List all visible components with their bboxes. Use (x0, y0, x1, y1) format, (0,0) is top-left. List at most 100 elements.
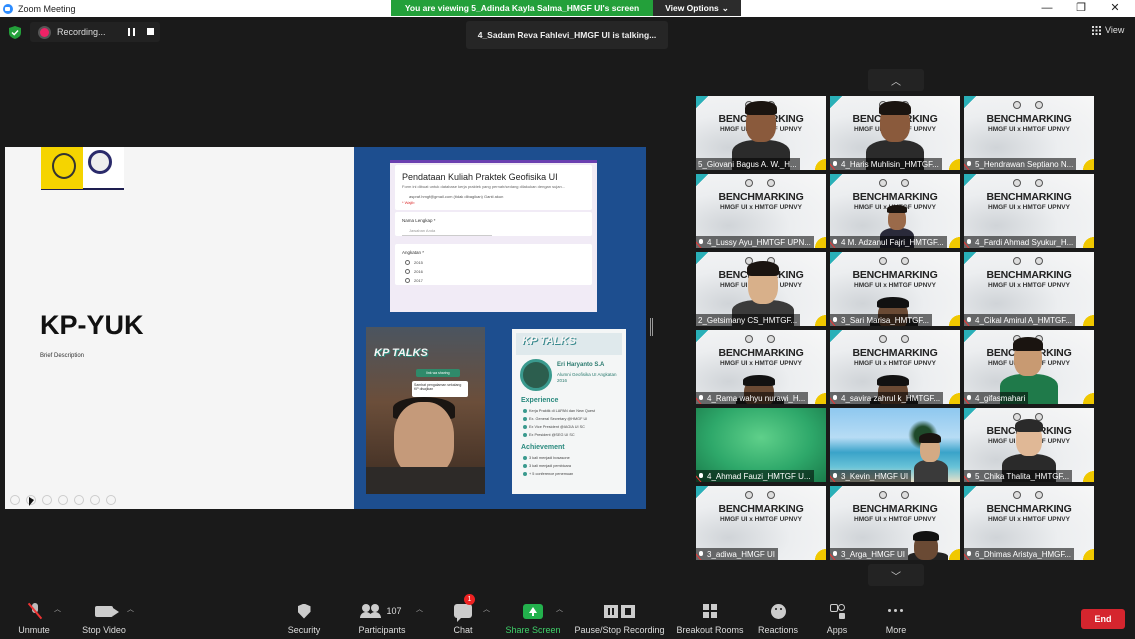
end-meeting-button[interactable]: End (1081, 609, 1125, 629)
slides-icon[interactable] (58, 495, 68, 505)
participant-tile[interactable]: BENCHMARKING HMGF UI x HMTGF UPNVY 3_Arga_… (830, 486, 960, 560)
window-title: Zoom Meeting (18, 3, 76, 14)
poster-experience-item: Ex President @SEG UI SC (523, 433, 619, 437)
chevron-down-icon: ⌄ (721, 2, 729, 13)
poster-achievement-item: 3 kali menjadi bosasone (523, 456, 619, 460)
gallery-scroll-up-button[interactable]: ︿ (868, 69, 924, 91)
poster-achievement-title: Achievement (521, 444, 565, 451)
participants-button[interactable]: 107 Participants (356, 596, 408, 639)
participant-tile[interactable]: BENCHMARKINGHMGF UI x HMTGF UPNVY4 M. Ad… (830, 174, 960, 248)
participant-tile[interactable]: BENCHMARKING HMGF UI x HMTGF UPNVY 4_savir… (830, 330, 960, 404)
mouse-cursor-icon (29, 497, 34, 506)
zoom-meeting-window: Zoom Meeting — ❐ ✕ You are viewing 5_Adi… (0, 0, 1135, 639)
background-subtitle: HMGF UI x HMTGF UPNVY (854, 282, 936, 289)
pen-icon[interactable] (42, 495, 52, 505)
video-options-chevron-icon[interactable]: ︿ (127, 604, 134, 614)
radio-icon (405, 278, 410, 283)
shared-screen[interactable]: KP-YUK Brief Description Pendataan Kulia… (5, 147, 646, 509)
background-title: BENCHMARKING (852, 191, 938, 203)
more-button[interactable]: More (882, 596, 910, 639)
participant-tile[interactable]: BENCHMARKING HMGF UI x HMTGF UPNVY 5_Hendr… (964, 96, 1094, 170)
background-subtitle: HMGF UI x HMTGF UPNVY (720, 204, 802, 211)
background-title: BENCHMARKING (852, 503, 938, 515)
participant-tile[interactable]: BENCHMARKING HMGF UI x HMTGF UPNVY 4_Fardi… (964, 174, 1094, 248)
breakout-rooms-button[interactable]: Breakout Rooms (676, 596, 744, 639)
muted-microphone-icon (698, 550, 704, 558)
participant-tile[interactable]: BENCHMARKING HMGF UI x HMTGF UPNVY 3_adiwa… (696, 486, 826, 560)
participant-name-label: 3_adiwa_HMGF UI (696, 548, 779, 560)
participant-tile[interactable]: BENCHMARKINGHMGF UI x HMTGF UPNVY4_gifas… (964, 330, 1094, 404)
stop-recording-icon[interactable] (147, 28, 154, 35)
split-resize-handle[interactable] (650, 318, 653, 336)
poster-header: KP TALKS (516, 333, 622, 355)
encryption-shield-icon[interactable] (9, 26, 21, 39)
form-question-label: Angkatan * (402, 250, 425, 255)
logo-strip (41, 147, 124, 190)
participant-tile[interactable]: 4_Ahmad Fauzi_HMTGF U... (696, 408, 826, 482)
participants-options-chevron-icon[interactable]: ︿ (416, 604, 423, 614)
participant-tile[interactable]: BENCHMARKING HMGF UI x HMTGF UPNVY 4_Rama … (696, 330, 826, 404)
view-button-label: View (1105, 25, 1125, 35)
chat-button[interactable]: 1 Chat (450, 594, 476, 639)
background-title: BENCHMARKING (718, 503, 804, 515)
zoom-icon[interactable] (74, 495, 84, 505)
background-title: BENCHMARKING (718, 347, 804, 359)
close-window-button[interactable]: ✕ (1100, 0, 1130, 17)
gallery-scroll-down-button[interactable]: ﹀ (868, 564, 924, 586)
pause-stop-recording-button[interactable]: Pause/Stop Recording (573, 596, 666, 639)
participant-tile[interactable]: BENCHMARKINGHMGF UI x HMTGF UPNVY5_Giova… (696, 96, 826, 170)
participant-tile[interactable]: BENCHMARKINGHMGF UI x HMTGF UPNVY2_Getsi… (696, 252, 826, 326)
form-header-card: Pendataan Kuliah Praktek Geofisika UI Fo… (395, 165, 592, 210)
participants-icon (360, 604, 382, 618)
participant-tile[interactable]: BENCHMARKINGHMGF UI x HMTGF UPNVY4_Haris… (830, 96, 960, 170)
shield-icon (297, 603, 311, 619)
participant-tile[interactable]: BENCHMARKING HMGF UI x HMTGF UPNVY 4_Cikal… (964, 252, 1094, 326)
background-subtitle: HMGF UI x HMTGF UPNVY (988, 282, 1070, 289)
participant-tile[interactable]: BENCHMARKINGHMGF UI x HMTGF UPNVY5_Chika… (964, 408, 1094, 482)
participant-tile[interactable]: BENCHMARKING HMGF UI x HMTGF UPNVY 6_Dhima… (964, 486, 1094, 560)
pause-recording-icon[interactable] (128, 28, 135, 36)
instagram-story-screenshot: KP TALKS link wa sharing Sambat pengalam… (366, 327, 485, 494)
view-options-button[interactable]: View Options ⌄ (653, 0, 741, 16)
hmgf-logo (88, 150, 112, 174)
kp-talks-poster: KP TALKS Eri Haryanto S.A Alumni Geofisi… (512, 329, 626, 494)
more-options-icon[interactable] (106, 495, 116, 505)
stop-icon (621, 604, 635, 618)
participant-name-label: 3_Arga_HMGF UI (830, 548, 909, 560)
minimize-button[interactable]: — (1032, 0, 1062, 17)
muted-microphone-icon (698, 472, 704, 480)
radio-icon (405, 269, 410, 274)
emoji-icon (770, 603, 786, 619)
participant-tile[interactable]: BENCHMARKING HMGF UI x HMTGF UPNVY 4_Lussy… (696, 174, 826, 248)
poster-experience-item: Ex Vice President @IAGIA UI SC (523, 425, 619, 429)
participant-name-label: 5_Chika Thalita_HMTGF... (964, 470, 1073, 482)
participant-name-label: 3_Kevin_HMGF UI (830, 470, 912, 482)
form-question-name: Nama Lengkap * Jawaban Anda (395, 212, 592, 236)
chat-options-chevron-icon[interactable]: ︿ (483, 604, 490, 614)
unmute-button[interactable]: Unmute (14, 596, 54, 639)
share-screen-button[interactable]: Share Screen (504, 596, 562, 639)
subtitles-icon[interactable] (90, 495, 100, 505)
view-button[interactable]: View (1092, 25, 1124, 35)
audio-options-chevron-icon[interactable]: ︿ (54, 604, 61, 614)
form-email: aspraf.hmgf@gmail.com (tidak dibagikan) … (409, 194, 504, 199)
background-subtitle: HMGF UI x HMTGF UPNVY (988, 516, 1070, 523)
reactions-button[interactable]: Reactions (756, 596, 800, 639)
form-title: Pendataan Kuliah Praktek Geofisika UI (402, 172, 558, 182)
story-person-face (394, 402, 454, 476)
participant-tile[interactable]: BENCHMARKING HMGF UI x HMTGF UPNVY 3_Sari … (830, 252, 960, 326)
participant-tile[interactable]: 3_Kevin_HMGF UI (830, 408, 960, 482)
zoom-logo-icon (3, 3, 13, 14)
apps-button[interactable]: Apps (824, 596, 850, 639)
participants-count: 107 (386, 606, 402, 616)
muted-microphone-icon (832, 316, 838, 324)
form-radio-option: 2017 (395, 276, 592, 285)
share-options-chevron-icon[interactable]: ︿ (556, 604, 563, 614)
restore-button[interactable]: ❐ (1066, 0, 1096, 17)
slide-back-icon[interactable] (10, 495, 20, 505)
grid-view-icon (1092, 25, 1101, 35)
stop-video-button[interactable]: Stop Video (79, 596, 129, 639)
security-button[interactable]: Security (284, 596, 324, 639)
form-question-label: Nama Lengkap * (402, 218, 436, 223)
view-options-label: View Options (665, 3, 719, 13)
